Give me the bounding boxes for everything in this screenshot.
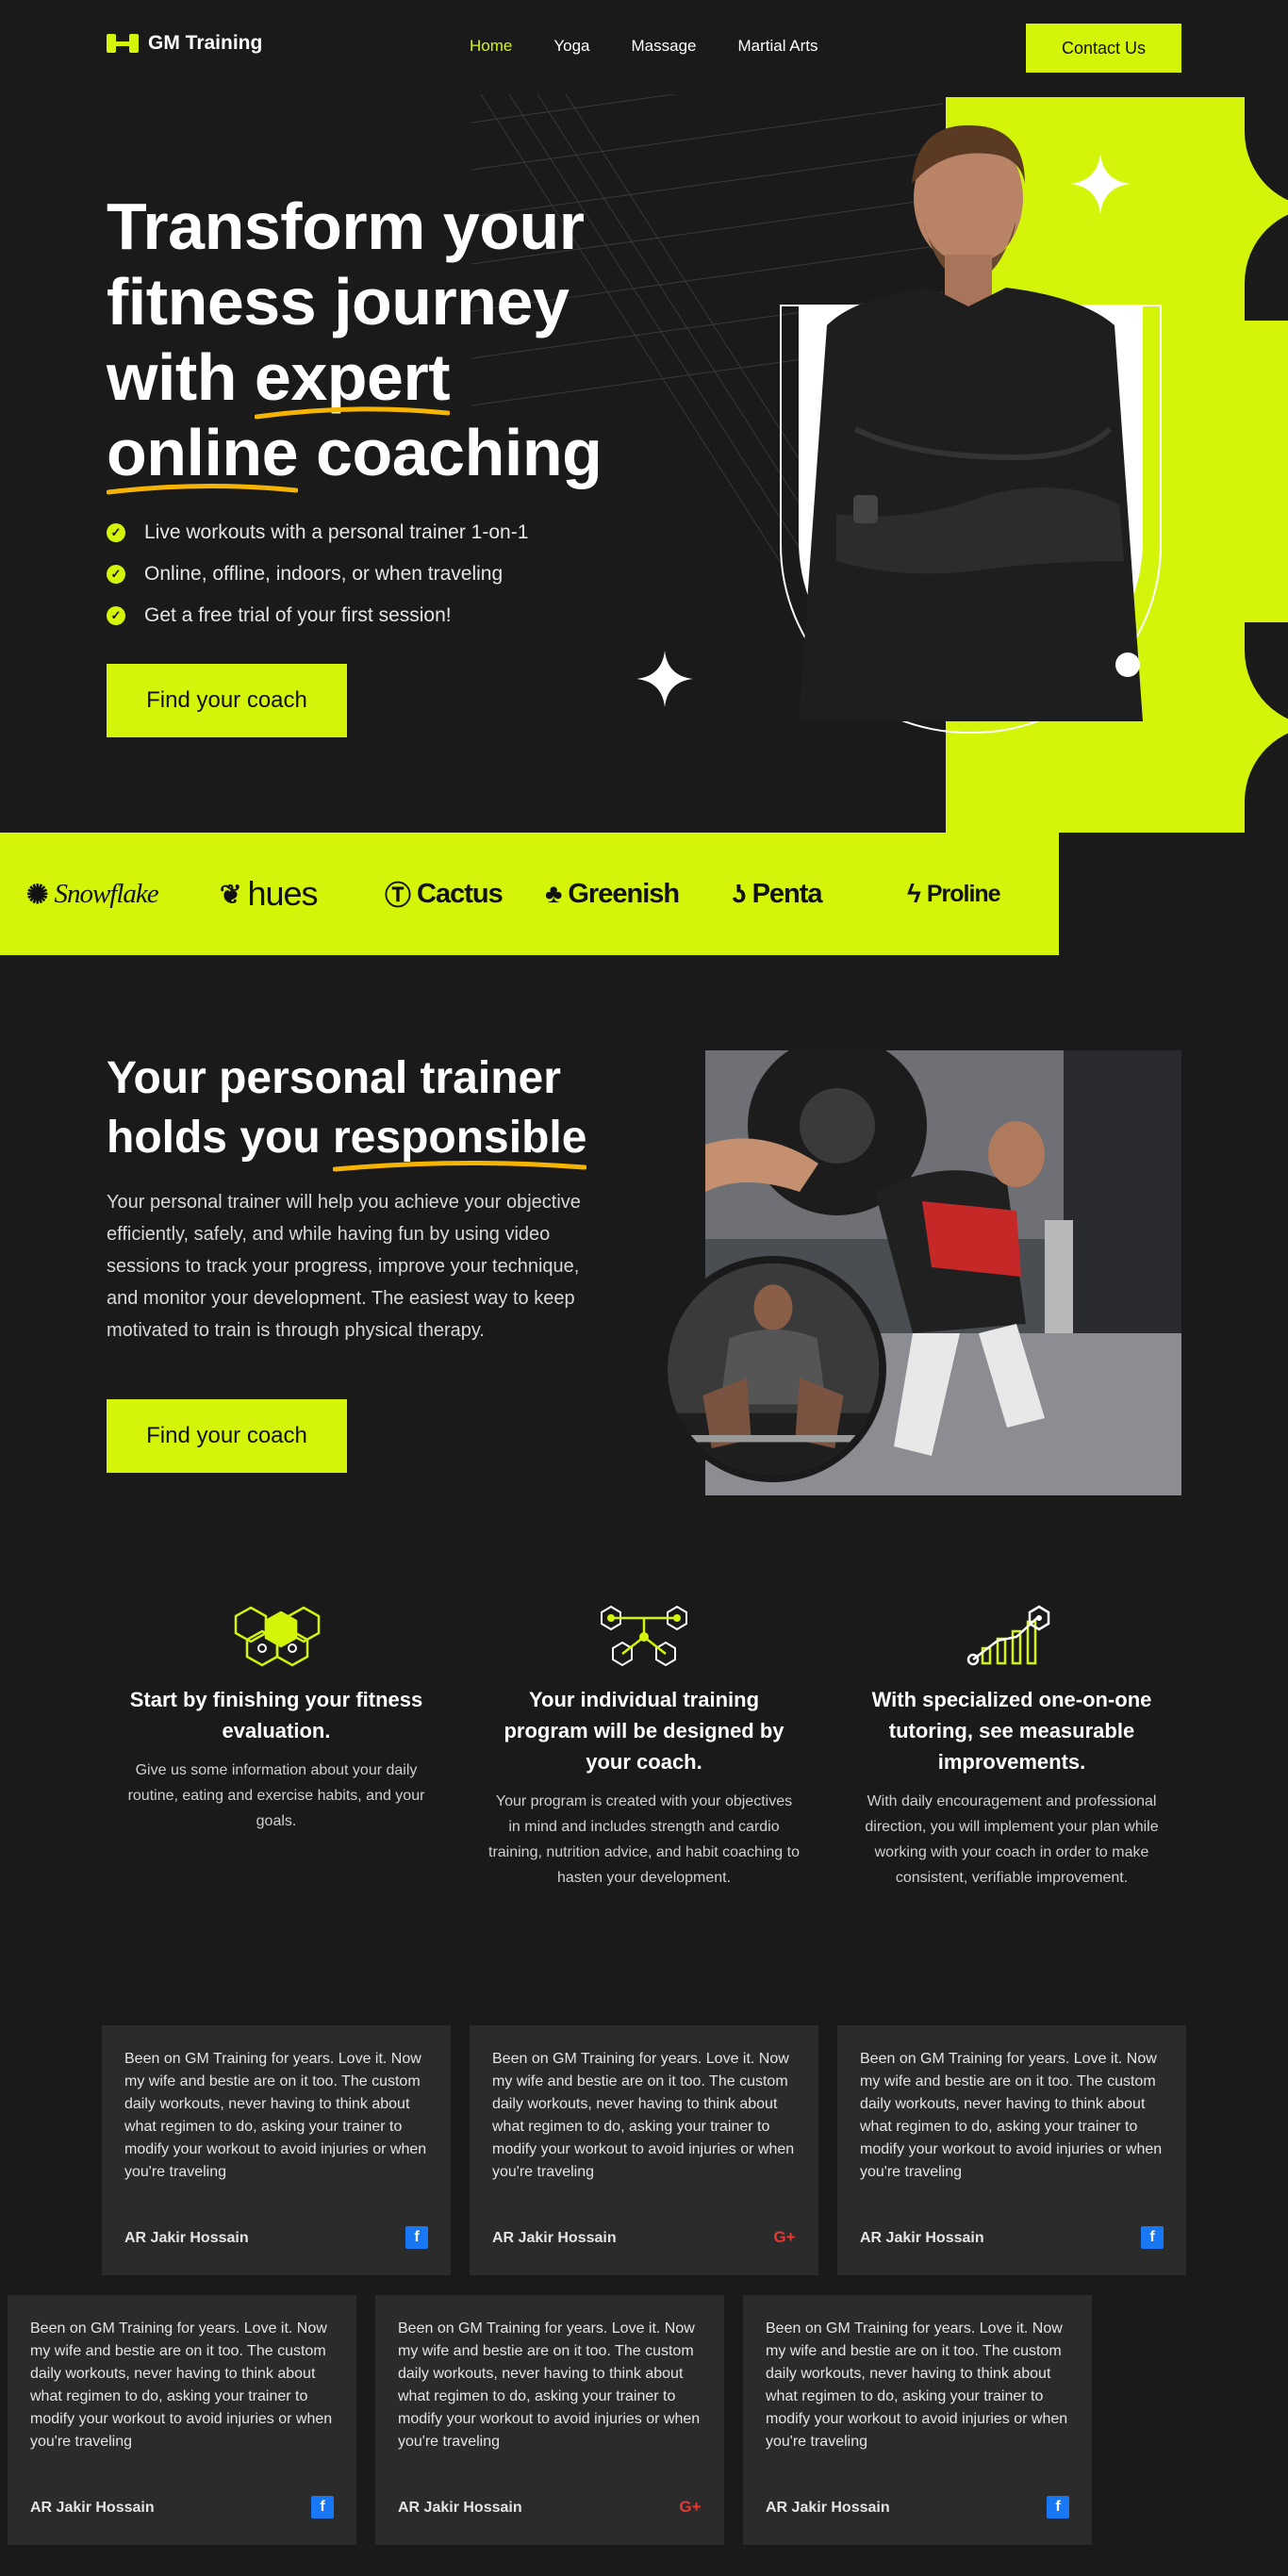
decorative-dot (1115, 652, 1140, 677)
underline-swoosh-icon (333, 1160, 587, 1172)
brand-name: Cactus (417, 878, 504, 909)
testimonial-author: AR Jakir Hossain (30, 2500, 155, 2516)
cactus-icon: Ⓣ (385, 881, 412, 910)
brand-name: Penta (751, 878, 823, 909)
hero-title-line-1: Transform your (107, 190, 585, 263)
brand-name: hues (247, 874, 318, 913)
feature-title: Start by finishing your fitness evaluati… (129, 1688, 423, 1742)
testimonial-author: AR Jakir Hossain (124, 2230, 249, 2246)
hues-logo-icon: ❦ (220, 879, 242, 909)
testimonial-text: Been on GM Training for years. Love it. … (398, 2320, 701, 2450)
nav-link-yoga[interactable]: Yoga (553, 37, 589, 56)
penta-icon: ʖ (732, 879, 747, 908)
hero-title-with: with (107, 340, 255, 414)
facebook-icon[interactable]: f (1141, 2226, 1164, 2249)
testimonial-card: Been on GM Training for years. Love it. … (470, 2025, 818, 2275)
feature-title: Your individual training program will be… (504, 1688, 784, 1774)
brand-name: Proline (926, 880, 1001, 907)
snowflake-icon: ✺ (26, 879, 49, 909)
nav-link-massage[interactable]: Massage (632, 37, 697, 56)
testimonial-card: Been on GM Training for years. Love it. … (8, 2295, 356, 2545)
highlight-responsible: responsible (333, 1108, 587, 1172)
facebook-icon[interactable]: f (1047, 2496, 1069, 2518)
check-icon: ✓ (107, 606, 125, 625)
testimonial-author: AR Jakir Hossain (766, 2500, 890, 2516)
testimonial-text: Been on GM Training for years. Love it. … (766, 2320, 1068, 2450)
brand-name: Snowflake (54, 878, 158, 909)
testimonial-card: Been on GM Training for years. Love it. … (837, 2025, 1186, 2275)
nav-link-home[interactable]: Home (470, 37, 512, 56)
partner-logos-strip: ✺ Snowflake ❦ hues Ⓣ Cactus ♣ Greenish ʖ… (0, 833, 1059, 955)
section-title-line-1: Your personal trainer (107, 1053, 561, 1103)
testimonial-author: AR Jakir Hossain (398, 2500, 522, 2516)
growth-chart-icon (856, 1603, 1167, 1669)
benefit-text: Live workouts with a personal trainer 1-… (144, 521, 529, 543)
brand-cactus: Ⓣ Cactus (385, 833, 504, 955)
hero-title-line-2: fitness journey (107, 265, 570, 339)
brand-name: Greenish (568, 878, 680, 909)
testimonial-card: Been on GM Training for years. Love it. … (375, 2295, 724, 2545)
facebook-icon[interactable]: f (405, 2226, 428, 2249)
brand-logo[interactable]: GM Training (107, 32, 262, 55)
google-plus-icon[interactable]: G+ (679, 2496, 702, 2518)
feature-improvements: With specialized one-on-one tutoring, se… (856, 1603, 1167, 1891)
testimonial-author: AR Jakir Hossain (860, 2230, 984, 2246)
testimonial-card: Been on GM Training for years. Love it. … (743, 2295, 1092, 2545)
feature-text: Give us some information about your dail… (127, 1762, 425, 1829)
brand-name: GM Training (148, 32, 263, 54)
hexagon-cluster-icon (121, 1603, 432, 1669)
nav-link-martial-arts[interactable]: Martial Arts (738, 37, 818, 56)
feature-program: Your individual training program will be… (488, 1603, 800, 1891)
feature-evaluation: Start by finishing your fitness evaluati… (121, 1603, 432, 1834)
google-plus-icon[interactable]: G+ (773, 2226, 796, 2249)
leaf-icon: ♣ (545, 879, 563, 908)
top-nav: GM Training Home Yoga Massage Martial Ar… (0, 0, 1288, 94)
section-description: Your personal trainer will help you achi… (107, 1192, 581, 1341)
testimonial-text: Been on GM Training for years. Love it. … (124, 2051, 427, 2180)
feature-text: With daily encouragement and professiona… (865, 1793, 1159, 1886)
hero-title: Transform your fitness journey with expe… (107, 189, 672, 495)
list-item: ✓ Live workouts with a personal trainer 1… (107, 512, 528, 553)
bolt-icon: ϟ (907, 879, 921, 908)
feature-text: Your program is created with your object… (488, 1793, 800, 1886)
underline-swoosh-icon (107, 483, 299, 495)
brand-hues: ❦ hues (220, 833, 319, 955)
list-item: ✓ Online, offline, indoors, or when trave… (107, 553, 528, 595)
highlight-expert: expert (254, 339, 451, 420)
dumbbell-icon (107, 34, 139, 53)
network-nodes-icon (488, 1603, 800, 1669)
feature-title: With specialized one-on-one tutoring, se… (871, 1688, 1152, 1774)
contact-us-button[interactable]: Contact Us (1026, 24, 1181, 73)
benefit-text: Get a free trial of your first session! (144, 604, 452, 626)
sparkle-icon (636, 651, 693, 707)
testimonial-card: Been on GM Training for years. Love it. … (102, 2025, 451, 2275)
hero-benefit-list: ✓ Live workouts with a personal trainer 1… (107, 512, 528, 636)
facebook-icon[interactable]: f (311, 2496, 334, 2518)
brand-penta: ʖ Penta (732, 833, 823, 955)
testimonial-text: Been on GM Training for years. Love it. … (30, 2320, 333, 2450)
brand-proline: ϟ Proline (907, 833, 1001, 955)
hero-title-coaching: coaching (298, 416, 603, 489)
testimonial-text: Been on GM Training for years. Love it. … (492, 2051, 795, 2180)
athlete-circle-photo (660, 1256, 886, 1482)
section-title-responsible: Your personal trainer holds you responsi… (107, 1049, 672, 1172)
find-your-coach-button[interactable]: Find your coach (107, 664, 347, 737)
check-icon: ✓ (107, 523, 125, 542)
trainer-photo (799, 124, 1143, 721)
check-icon: ✓ (107, 565, 125, 584)
list-item: ✓ Get a free trial of your first session! (107, 595, 528, 636)
highlight-online: online (107, 415, 299, 495)
testimonial-text: Been on GM Training for years. Love it. … (860, 2051, 1163, 2180)
brand-snowflake: ✺ Snowflake (26, 833, 159, 955)
testimonial-author: AR Jakir Hossain (492, 2230, 617, 2246)
brand-greenish: ♣ Greenish (545, 833, 680, 955)
find-your-coach-button[interactable]: Find your coach (107, 1399, 347, 1473)
section-title-line-2: holds you (107, 1113, 333, 1163)
benefit-text: Online, offline, indoors, or when travel… (144, 563, 504, 585)
nav-links: Home Yoga Massage Martial Arts (470, 37, 818, 56)
